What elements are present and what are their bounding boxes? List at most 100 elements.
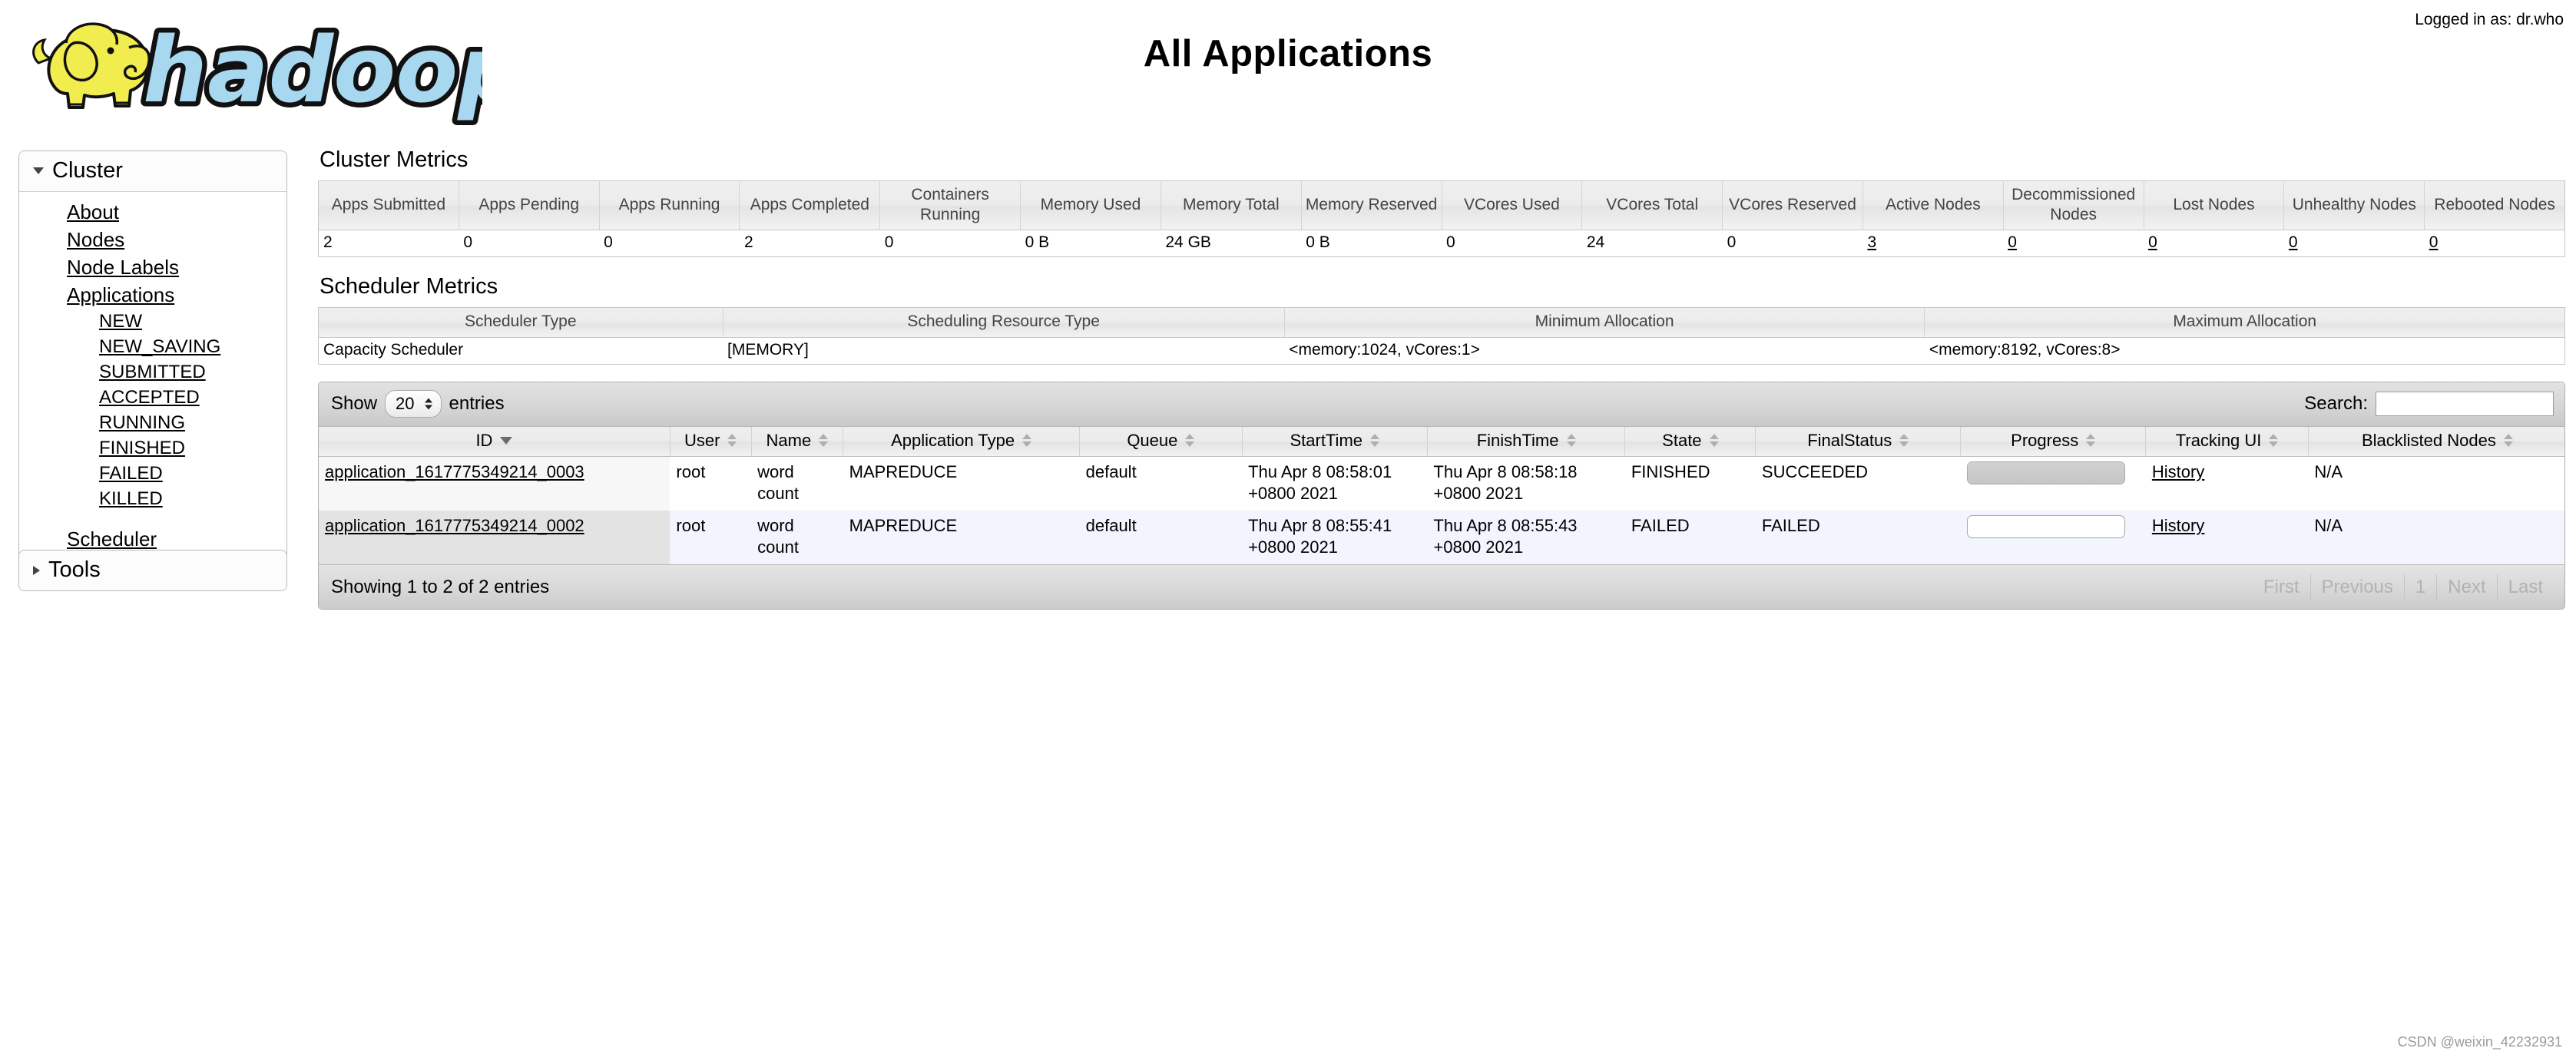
entries-label: entries (449, 393, 505, 415)
sidebar-item-accepted[interactable]: ACCEPTED (19, 385, 286, 410)
cell-user: root (670, 456, 752, 511)
sidebar-cluster-header[interactable]: Cluster (19, 151, 286, 192)
column-header-queue[interactable]: Queue (1079, 426, 1243, 457)
sidebar-tools-header[interactable]: Tools (19, 550, 286, 590)
column-header-label: Blacklisted Nodes (2361, 430, 2496, 450)
scheduler-metric-value: <memory:8192, vCores:8> (1929, 340, 2121, 359)
column-header-label: ID (475, 430, 493, 450)
cluster-metric-header: Apps Running (599, 180, 740, 231)
cell-app-type: MAPREDUCE (843, 456, 1080, 511)
stepper-arrows-icon (424, 398, 432, 410)
sort-desc-icon (500, 436, 513, 445)
sidebar-item-new-saving[interactable]: NEW_SAVING (19, 334, 286, 359)
sidebar-item-finished[interactable]: FINISHED (19, 435, 286, 461)
cluster-metric-value: 24 (1586, 233, 1605, 252)
pagination-1[interactable]: 1 (2405, 573, 2438, 601)
sidebar-tools-label: Tools (48, 557, 101, 582)
cluster-metric-header: Apps Completed (739, 180, 881, 231)
sidebar-item-nodes[interactable]: Nodes (19, 226, 286, 253)
pagination-previous[interactable]: Previous (2311, 573, 2405, 601)
cluster-metric-link[interactable]: 0 (2289, 233, 2298, 251)
datatable-toolbar: Show 20 entries Search: (319, 382, 2564, 427)
cluster-metrics-title: Cluster Metrics (320, 147, 469, 172)
column-header-tracking-ui[interactable]: Tracking UI (2145, 426, 2309, 457)
sidebar-item-killed[interactable]: KILLED (19, 486, 286, 511)
column-header-id[interactable]: ID (319, 426, 670, 457)
cluster-metric-value: 2 (743, 233, 753, 252)
cell-blacklisted-nodes: N/A (2308, 456, 2564, 511)
chevron-right-icon (33, 565, 40, 575)
page-length-select[interactable]: 20 (385, 390, 442, 418)
sidebar-item-new[interactable]: NEW (19, 309, 286, 334)
cluster-metric-value[interactable]: 0 (2284, 230, 2425, 257)
column-header-state[interactable]: State (1624, 426, 1757, 457)
cell-progress (1960, 511, 2146, 565)
search-input[interactable] (2376, 392, 2554, 417)
scheduler-metrics-value-row: Capacity Scheduler [MEMORY] <memory:1024, … (319, 337, 2565, 364)
applications-table: ID User Name Application Type Queue StartTime… (319, 426, 2564, 565)
sort-both-icon (1370, 434, 1379, 448)
cluster-metric-link[interactable]: 0 (2148, 233, 2157, 251)
datatable-footer: Showing 1 to 2 of 2 entries First Previou… (319, 564, 2564, 610)
cluster-metrics-header-row: Apps Submitted Apps Pending Apps Running Ap… (318, 180, 2565, 231)
chevron-down-icon (33, 167, 44, 174)
search-control: Search: (2304, 392, 2554, 417)
column-header-name[interactable]: Name (751, 426, 844, 457)
pagination-first[interactable]: First (2253, 573, 2311, 601)
sort-both-icon (2503, 434, 2513, 448)
cluster-metric-header: Unhealthy Nodes (2283, 180, 2425, 231)
pagination-last[interactable]: Last (2498, 574, 2554, 601)
cell-queue: default (1079, 456, 1243, 511)
cell-state: FINISHED (1624, 456, 1756, 511)
column-header-application-type[interactable]: Application Type (843, 426, 1081, 457)
column-header-label: Tracking UI (2175, 430, 2262, 450)
column-header-label: Application Type (891, 430, 1015, 450)
table-row: application_1617775349214_0003 root word c… (319, 456, 2564, 511)
cluster-metric-value[interactable]: 3 (1862, 230, 2003, 257)
cluster-metric-link[interactable]: 0 (2429, 233, 2439, 251)
tracking-ui-link[interactable]: History (2152, 516, 2204, 535)
show-label: Show (331, 393, 378, 415)
cluster-metric-value[interactable]: 0 (2003, 230, 2144, 257)
sort-both-icon (1899, 434, 1909, 448)
column-header-finishtime[interactable]: FinishTime (1427, 426, 1626, 457)
sort-both-icon (2269, 434, 2279, 448)
cluster-metric-value[interactable]: 0 (2425, 230, 2565, 257)
column-header-progress[interactable]: Progress (1960, 426, 2147, 457)
cell-blacklisted-nodes: N/A (2308, 511, 2564, 565)
sidebar-item-applications[interactable]: Applications (19, 281, 286, 309)
sidebar-item-scheduler[interactable]: Scheduler (19, 525, 286, 553)
sidebar-item-running[interactable]: RUNNING (19, 410, 286, 435)
progress-bar-fill (1967, 461, 2124, 484)
scheduler-metric-header: Scheduling Resource Type (723, 307, 1285, 338)
cell-progress (1960, 456, 2146, 511)
application-id-link[interactable]: application_1617775349214_0003 (325, 462, 584, 481)
sidebar-item-failed[interactable]: FAILED (19, 461, 286, 486)
cluster-metric-value[interactable]: 0 (2144, 230, 2284, 257)
column-header-starttime[interactable]: StartTime (1242, 426, 1428, 457)
column-header-blacklisted-nodes[interactable]: Blacklisted Nodes (2308, 426, 2564, 457)
application-id-link[interactable]: application_1617775349214_0002 (325, 516, 584, 535)
scheduler-metric-value: [MEMORY] (727, 340, 809, 359)
cluster-metric-link[interactable]: 3 (1867, 233, 1876, 251)
cell-finish-time: Thu Apr 8 08:58:18 +0800 2021 (1427, 456, 1625, 511)
column-header-label: Name (766, 430, 812, 450)
cluster-metric-value: 0 (884, 233, 894, 252)
sort-both-icon (727, 434, 737, 448)
pagination-next[interactable]: Next (2437, 573, 2498, 601)
sidebar-item-submitted[interactable]: SUBMITTED (19, 359, 286, 385)
page-header: hadoop hadoop All Applications Logged in… (0, 0, 2576, 140)
sidebar-cluster-nav: Cluster About Nodes Node Labels Application… (18, 150, 287, 564)
tracking-ui-link[interactable]: History (2152, 462, 2204, 481)
cell-finish-time: Thu Apr 8 08:55:43 +0800 2021 (1427, 511, 1625, 565)
scheduler-metric-header: Maximum Allocation (1924, 307, 2565, 338)
sidebar-item-node-labels[interactable]: Node Labels (19, 253, 286, 281)
cluster-metric-link[interactable]: 0 (2008, 233, 2017, 251)
column-header-finalstatus[interactable]: FinalStatus (1755, 426, 1962, 457)
cluster-metric-value: 0 B (1306, 233, 1330, 252)
cluster-metric-value: 0 (463, 233, 472, 252)
page-title: All Applications (1143, 33, 1433, 74)
cell-user: root (670, 511, 752, 565)
column-header-user[interactable]: User (670, 426, 752, 457)
sidebar-item-about[interactable]: About (19, 198, 286, 226)
